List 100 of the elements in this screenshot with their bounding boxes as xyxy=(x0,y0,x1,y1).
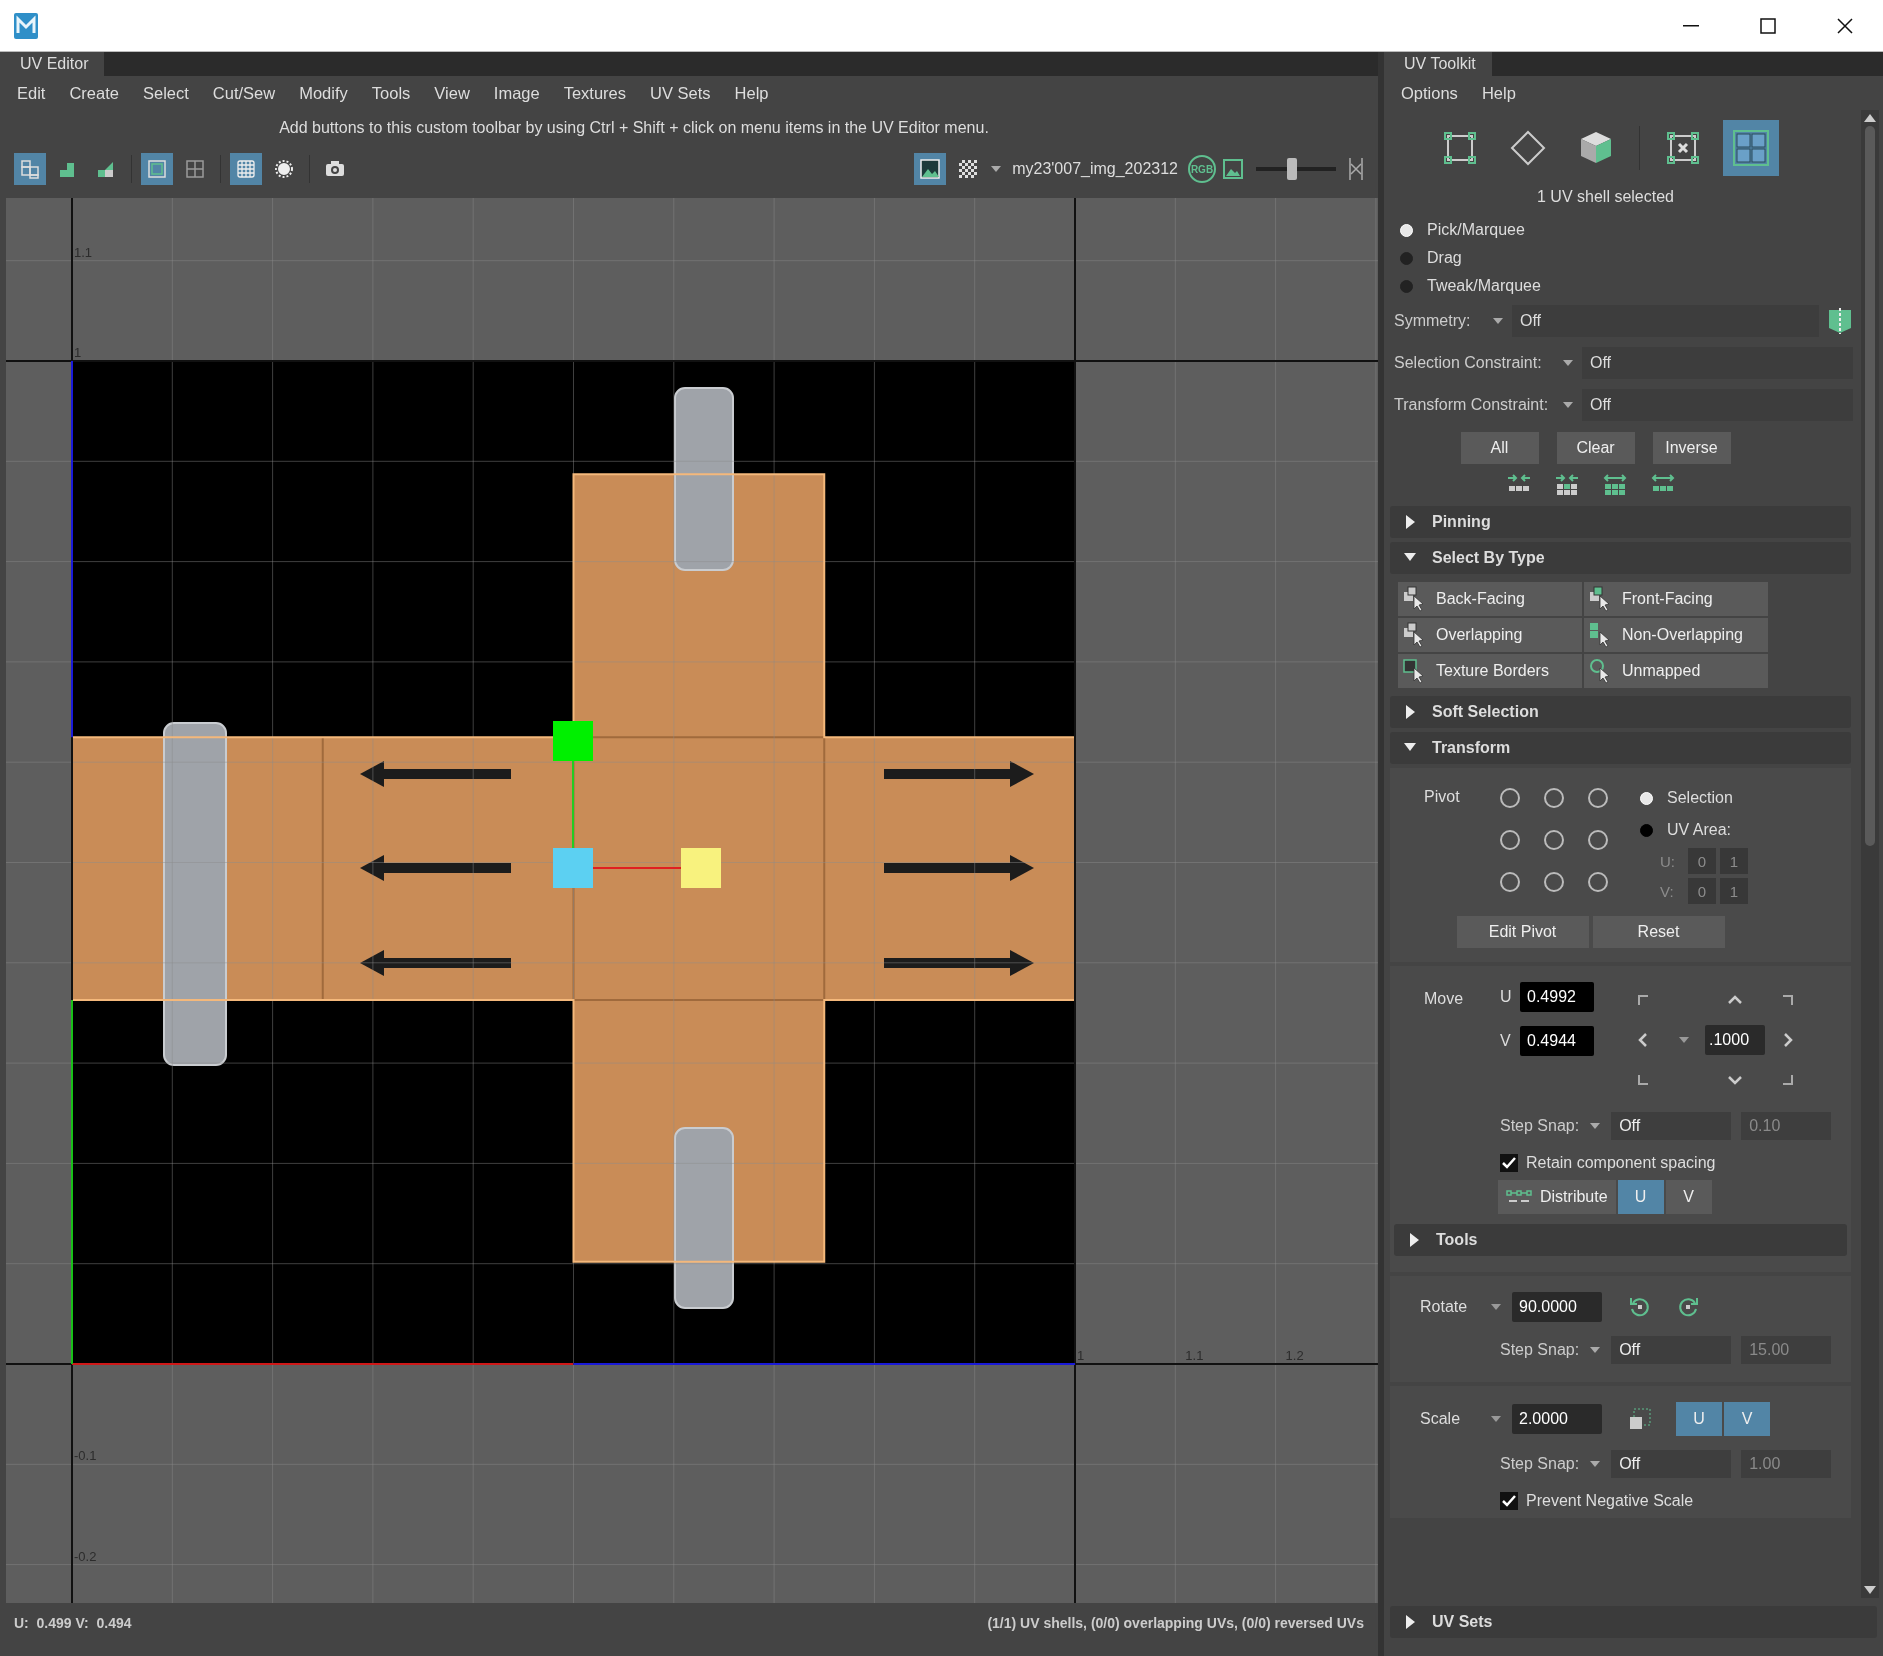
select-type-button[interactable]: Front-Facing xyxy=(1584,582,1768,616)
dropdown-field[interactable]: Off xyxy=(1512,305,1819,337)
action-button[interactable]: Edit Pivot xyxy=(1456,916,1589,948)
menu-item[interactable]: Tools xyxy=(360,79,422,107)
u-move-handle[interactable] xyxy=(592,848,721,888)
checkbox[interactable]: Prevent Negative Scale xyxy=(1390,1486,1851,1516)
scale-squares-icon[interactable] xyxy=(1628,1407,1652,1431)
dropdown-caret-icon[interactable] xyxy=(1589,1346,1602,1354)
action-button[interactable]: Reset xyxy=(1592,916,1725,948)
dropdown-caret-icon[interactable] xyxy=(1562,401,1574,409)
rgb-channels-toggle[interactable]: RGB xyxy=(1188,155,1216,183)
pivot-point[interactable] xyxy=(1500,788,1520,808)
pivot-point[interactable] xyxy=(1544,830,1564,850)
radio-dot[interactable] xyxy=(1640,823,1653,837)
pivot-point[interactable] xyxy=(1500,872,1520,892)
menu-item[interactable]: Cut/Sew xyxy=(201,79,287,107)
menu-item[interactable]: Help xyxy=(1470,79,1527,107)
radio-option[interactable]: Pick/Marquee xyxy=(1390,216,1861,244)
distribute-button[interactable]: Distribute xyxy=(1498,1180,1616,1214)
radio-dot[interactable] xyxy=(1400,279,1413,293)
menu-item[interactable]: Textures xyxy=(552,79,637,107)
dropdown-field[interactable]: Off xyxy=(1611,1336,1732,1364)
slider-thumb[interactable] xyxy=(1287,158,1297,180)
field-label: U xyxy=(1500,988,1512,1006)
pivot-point[interactable] xyxy=(1544,872,1564,892)
dropdown-caret-icon[interactable] xyxy=(1490,1415,1502,1423)
pivot-point[interactable] xyxy=(1500,830,1520,850)
pivot-point[interactable] xyxy=(1588,872,1608,892)
radio-option[interactable]: Tweak/Marquee xyxy=(1390,272,1861,300)
panel-tab[interactable]: UV Editor xyxy=(0,52,105,76)
select-type-button[interactable]: Overlapping xyxy=(1398,618,1582,652)
dropdown-caret-icon[interactable] xyxy=(1589,1122,1602,1130)
section-header[interactable]: UV Sets xyxy=(1390,1606,1877,1638)
dropdown-field[interactable]: Off xyxy=(1611,1450,1732,1478)
dropdown-field[interactable]: Off xyxy=(1582,389,1853,421)
dropdown-field[interactable]: Off xyxy=(1611,1112,1732,1140)
scrollbar-thumb[interactable] xyxy=(1865,126,1875,846)
dropdown-field[interactable]: Off xyxy=(1582,347,1853,379)
radio-option[interactable]: Selection xyxy=(1640,784,1851,812)
rotate-right-icon[interactable] xyxy=(1676,1295,1700,1319)
radio-option[interactable]: Drag xyxy=(1390,244,1861,272)
menu-item[interactable]: Select xyxy=(131,79,200,107)
scroll-down-icon[interactable] xyxy=(1864,1586,1876,1594)
input-field[interactable]: 90.0000 xyxy=(1512,1292,1602,1322)
diamond-icon xyxy=(1508,128,1548,168)
menu-item[interactable]: Options xyxy=(1390,79,1469,107)
section-header[interactable]: Transform xyxy=(1390,732,1851,764)
spread-grid-icon[interactable] xyxy=(1601,474,1628,496)
dropdown-caret-icon[interactable] xyxy=(1678,1036,1690,1044)
v-move-handle[interactable] xyxy=(553,721,593,849)
dropdown-caret-icon[interactable] xyxy=(990,165,1003,173)
image-icon[interactable] xyxy=(1222,158,1244,180)
select-type-button[interactable]: Unmapped xyxy=(1584,654,1768,688)
nudge-corner-button[interactable] xyxy=(1637,994,1649,1006)
menu-item[interactable]: Help xyxy=(723,79,780,107)
section-header[interactable]: Soft Selection xyxy=(1390,696,1851,728)
gather-grid-icon[interactable] xyxy=(1553,474,1580,496)
step-arrows-icon[interactable] xyxy=(1348,156,1364,182)
menu-item[interactable]: Edit xyxy=(6,79,57,107)
dropdown-caret-icon[interactable] xyxy=(1562,359,1574,367)
select-type-button[interactable]: Non-Overlapping xyxy=(1584,618,1768,652)
nudge-corner-button[interactable] xyxy=(1637,1074,1649,1086)
input-field[interactable]: 2.0000 xyxy=(1512,1404,1602,1434)
checkbox-box[interactable] xyxy=(1500,1154,1518,1172)
section-header[interactable]: Pinning xyxy=(1390,506,1851,538)
scroll-up-icon[interactable] xyxy=(1864,114,1876,122)
image-name-dropdown[interactable]: my23'007_img_202312 xyxy=(1012,160,1178,178)
input-field[interactable]: 0.4944 xyxy=(1520,1026,1594,1056)
pivot-point[interactable] xyxy=(1544,788,1564,808)
rotate-left-icon[interactable] xyxy=(1628,1295,1652,1319)
radio-option[interactable]: UV Area: xyxy=(1640,816,1851,844)
pivot-handle[interactable] xyxy=(553,848,593,888)
section-header[interactable]: Select By Type xyxy=(1390,542,1851,574)
constraint-button[interactable]: Clear xyxy=(1556,432,1635,464)
dropdown-caret-icon[interactable] xyxy=(1492,317,1504,325)
menu-item[interactable]: View xyxy=(423,79,481,107)
pivot-point[interactable] xyxy=(1588,788,1608,808)
input-field[interactable]: .1000 xyxy=(1705,1025,1765,1055)
nudge-corner-button[interactable] xyxy=(1782,1074,1794,1086)
input-field[interactable]: 0.4992 xyxy=(1520,982,1594,1012)
select-type-button[interactable]: Texture Borders xyxy=(1398,654,1582,688)
pivot-point[interactable] xyxy=(1588,830,1608,850)
constraint-button[interactable]: Inverse xyxy=(1652,432,1731,464)
constraint-button[interactable]: All xyxy=(1460,432,1539,464)
menu-item[interactable]: Create xyxy=(58,79,130,107)
toolbar-button[interactable] xyxy=(914,153,947,185)
axis-toggle[interactable]: V xyxy=(1665,1180,1712,1214)
panel-tab[interactable]: UV Toolkit xyxy=(1384,52,1492,76)
checkbox[interactable]: Retain component spacing xyxy=(1390,1148,1851,1178)
menu-item[interactable]: UV Sets xyxy=(639,79,722,107)
dropdown-caret-icon[interactable] xyxy=(1589,1460,1602,1468)
select-type-button[interactable]: Back-Facing xyxy=(1398,582,1582,616)
symmetry-icon[interactable] xyxy=(1827,307,1853,335)
dropdown-caret-icon[interactable] xyxy=(1490,1303,1502,1311)
menu-item[interactable]: Modify xyxy=(288,79,359,107)
checkbox-box[interactable] xyxy=(1500,1492,1518,1510)
menu-item[interactable]: Image xyxy=(482,79,551,107)
section-header[interactable]: Tools xyxy=(1394,1224,1847,1256)
nudge-corner-button[interactable] xyxy=(1782,994,1794,1006)
radio-dot[interactable] xyxy=(1400,251,1413,265)
